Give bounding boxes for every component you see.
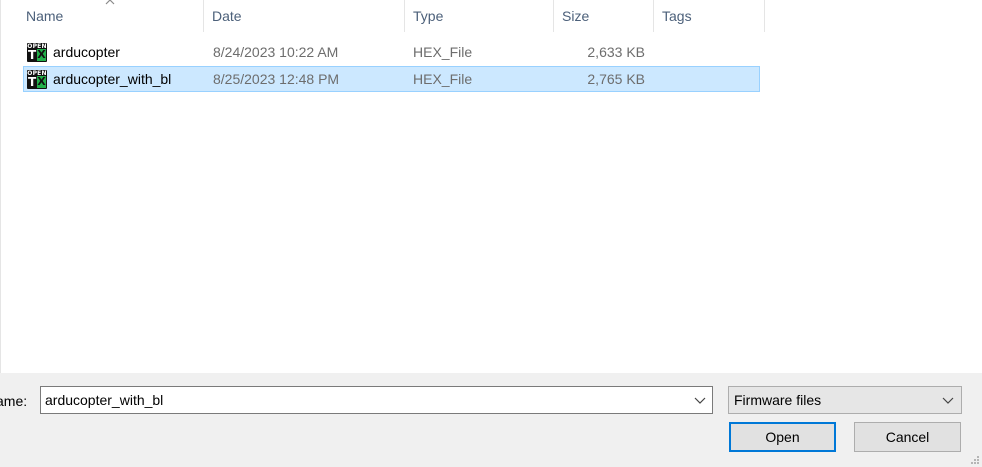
file-list-pane[interactable]: Name Date Type Size Tags OPEN T X arduco… — [0, 0, 982, 373]
column-header-size[interactable]: Size — [554, 0, 654, 32]
file-date-modified: 8/25/2023 12:48 PM — [213, 71, 340, 87]
column-header-type[interactable]: Type — [405, 0, 554, 32]
column-header-date[interactable]: Date — [204, 0, 405, 32]
column-header-name-label: Name — [26, 8, 64, 24]
file-name-label: ame: — [0, 393, 28, 409]
file-open-dialog: Name Date Type Size Tags OPEN T X arduco… — [0, 0, 982, 467]
file-type: HEX_File — [413, 71, 473, 87]
column-header-tags[interactable]: Tags — [654, 0, 765, 32]
file-row-arducopter[interactable]: OPEN T X arducopter 8/24/2023 10:22 AM H… — [23, 39, 760, 65]
column-header-type-label: Type — [413, 8, 444, 24]
opentx-file-icon: OPEN T X — [27, 70, 47, 89]
chevron-down-icon — [942, 397, 954, 404]
file-date-modified: 8/24/2023 10:22 AM — [213, 44, 339, 60]
file-name-input[interactable] — [45, 389, 685, 411]
opentx-file-icon: OPEN T X — [27, 43, 47, 62]
cancel-button[interactable]: Cancel — [854, 422, 961, 452]
file-row-arducopter-with-bl[interactable]: OPEN T X arducopter_with_bl 8/25/2023 12… — [23, 66, 760, 92]
file-type-filter-select[interactable]: Firmware files — [728, 386, 962, 414]
file-type-filter-value: Firmware files — [734, 392, 822, 408]
resize-grip-icon[interactable] — [970, 455, 980, 465]
column-header-size-label: Size — [562, 8, 590, 24]
open-button[interactable]: Open — [729, 422, 836, 452]
column-header-tags-label: Tags — [662, 8, 692, 24]
file-name: arducopter — [53, 44, 120, 60]
file-name-combobox[interactable] — [40, 386, 713, 414]
file-type: HEX_File — [413, 44, 473, 60]
column-header-date-label: Date — [212, 8, 242, 24]
dialog-bottom-panel: ame: Firmware files Open Cancel — [0, 373, 982, 467]
file-size: 2,765 KB — [587, 71, 645, 87]
chevron-down-icon[interactable] — [692, 393, 708, 407]
file-size: 2,633 KB — [587, 44, 645, 60]
column-header-name[interactable]: Name — [18, 0, 204, 32]
column-header-row: Name Date Type Size Tags — [1, 0, 765, 32]
file-name: arducopter_with_bl — [53, 71, 172, 87]
